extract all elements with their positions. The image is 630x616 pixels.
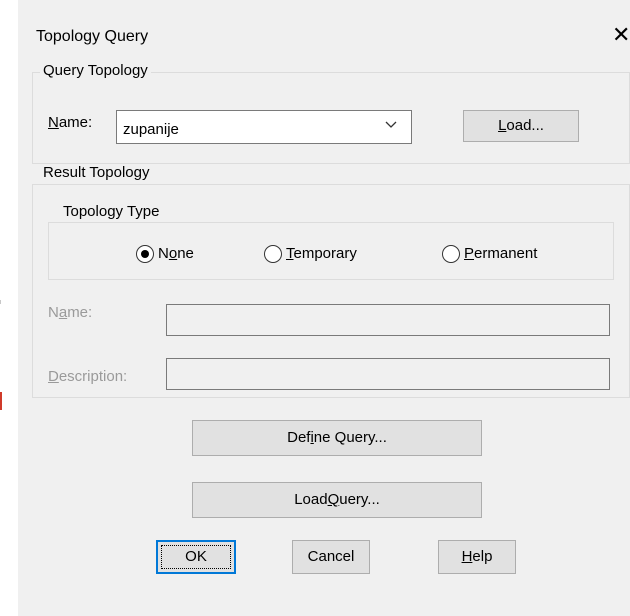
ok-button[interactable]: OK bbox=[156, 540, 236, 574]
radio-temporary-label[interactable]: Temporary bbox=[286, 245, 357, 262]
result-topology-group-label: Result Topology bbox=[40, 164, 153, 181]
radio-permanent-label[interactable]: Permanent bbox=[464, 245, 537, 262]
radio-none[interactable] bbox=[136, 245, 154, 263]
topology-type-group-label: Topology Type bbox=[60, 203, 163, 220]
query-name-label: Name: bbox=[48, 114, 93, 131]
help-button[interactable]: Help bbox=[438, 540, 516, 574]
radio-temporary[interactable] bbox=[264, 245, 282, 263]
result-name-field[interactable] bbox=[166, 304, 610, 336]
result-description-field[interactable] bbox=[166, 358, 610, 390]
background-edge-mark bbox=[0, 300, 1, 304]
chevron-down-icon bbox=[385, 121, 397, 128]
result-name-label: Name: bbox=[48, 304, 93, 321]
close-icon[interactable]: ✕ bbox=[612, 22, 630, 48]
focus-rect bbox=[161, 545, 231, 569]
radio-permanent[interactable] bbox=[442, 245, 460, 263]
topology-query-dialog: Topology Query ✕ Query Topology Name: zu… bbox=[18, 0, 630, 616]
dialog-title: Topology Query bbox=[36, 28, 149, 45]
query-name-combo-value: zupanije bbox=[123, 121, 179, 138]
define-query-button[interactable]: Define Query... bbox=[192, 420, 482, 456]
query-name-combo[interactable]: zupanije bbox=[116, 110, 412, 144]
load-query-button[interactable]: Load Query... bbox=[192, 482, 482, 518]
background-edge-accent bbox=[0, 392, 2, 410]
cancel-button[interactable]: Cancel bbox=[292, 540, 370, 574]
query-topology-group-label: Query Topology bbox=[40, 62, 151, 79]
radio-none-label[interactable]: None bbox=[158, 245, 194, 262]
load-button[interactable]: Load... bbox=[463, 110, 579, 142]
result-description-label: Description: bbox=[48, 368, 128, 385]
